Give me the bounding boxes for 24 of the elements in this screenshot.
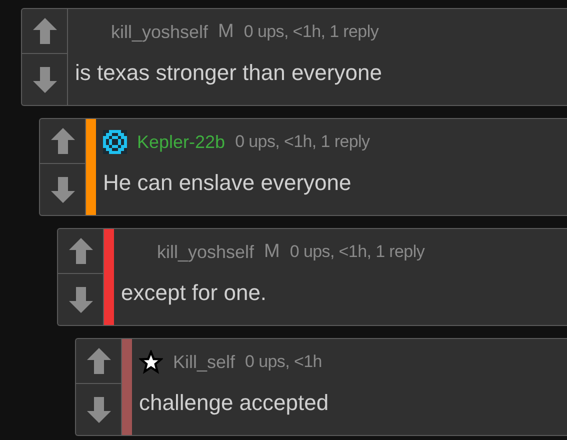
comment-text: is texas stronger than everyone: [75, 59, 382, 86]
username-link[interactable]: Kepler-22b: [137, 132, 226, 152]
downvote-arrow-icon[interactable]: [32, 66, 56, 92]
comment-text: except for one.: [121, 279, 268, 306]
pixel-avatar-icon: [103, 130, 127, 154]
upvote-arrow-icon[interactable]: [50, 128, 74, 154]
downvote-arrow-icon[interactable]: [86, 396, 110, 422]
comment-meta: 0 ups, <1h: [245, 352, 322, 372]
downvote-arrow-icon[interactable]: [50, 176, 74, 202]
upvote-arrow-icon[interactable]: [32, 18, 56, 44]
username-link[interactable]: kill_yoshself: [111, 22, 208, 42]
comment-meta: 0 ups, <1h, 1 reply: [235, 132, 370, 152]
comment-meta: 0 ups, <1h, 1 reply: [244, 22, 379, 42]
star-avatar-icon: [139, 350, 163, 374]
user-mark-label: M: [264, 241, 280, 263]
comment-text: challenge accepted: [139, 389, 329, 416]
upvote-arrow-icon[interactable]: [68, 238, 92, 264]
username-link[interactable]: Kill_self: [173, 352, 236, 372]
user-mark-label: M: [218, 21, 234, 43]
comment-meta: 0 ups, <1h, 1 reply: [290, 242, 425, 262]
downvote-arrow-icon[interactable]: [68, 286, 92, 312]
comment-text: He can enslave everyone: [103, 169, 352, 196]
upvote-arrow-icon[interactable]: [86, 348, 110, 374]
username-link[interactable]: kill_yoshself: [157, 242, 254, 262]
